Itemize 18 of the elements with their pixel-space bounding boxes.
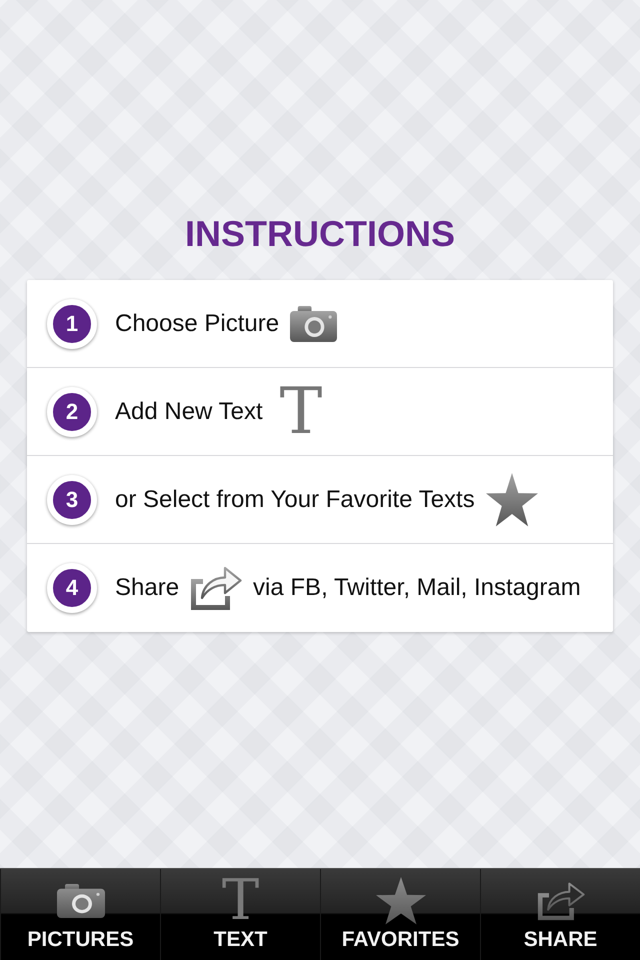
letter-t-icon: T [222,879,260,923]
page-title: INSTRUCTIONS [185,213,455,255]
step-text: Share [115,574,180,602]
step-text: via FB, Twitter, Mail, Instagram [253,574,581,602]
star-icon [486,472,538,526]
star-icon [376,877,426,925]
step-text: Add New Text [115,398,263,426]
toolbar-button[interactable]: T TEXT [160,869,320,960]
letter-t-icon: T [280,386,322,436]
toolbar-button[interactable]: SHARE [480,869,640,960]
share-icon [536,881,584,921]
camera-icon [56,884,104,918]
step-text: or Select from Your Favorite Texts [115,486,475,514]
share-icon [190,565,242,611]
step-text: Choose Picture [115,310,280,338]
toolbar-button[interactable]: PICTURES [0,869,160,960]
camera-icon [290,306,338,342]
toolbar-button[interactable]: FAVORITES [320,869,480,960]
